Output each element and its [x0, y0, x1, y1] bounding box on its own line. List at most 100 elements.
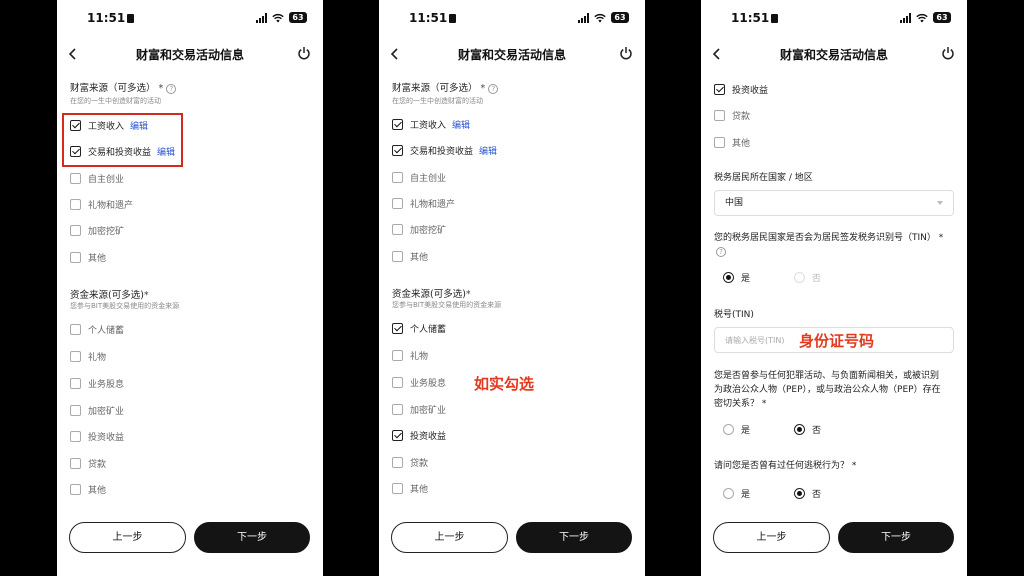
- signal-icon: [256, 12, 267, 23]
- checkbox-icon: [70, 483, 81, 495]
- checkbox-other[interactable]: 其他: [70, 250, 106, 264]
- tin-radio-yes[interactable]: 是: [723, 271, 750, 284]
- pep-radio-group: 是 否: [723, 422, 865, 436]
- pep-radio-no[interactable]: 否: [794, 423, 821, 436]
- checkbox-icon: [392, 456, 403, 468]
- checkbox-crypto-mining[interactable]: 加密挖矿: [70, 223, 124, 237]
- battery-icon: 63: [933, 12, 951, 23]
- checkbox-business-dividend[interactable]: 业务股息: [70, 376, 124, 390]
- checkbox-business-dividend[interactable]: 业务股息: [392, 375, 446, 389]
- checkbox-icon: [392, 171, 403, 183]
- battery-icon: 63: [611, 12, 629, 23]
- checkbox-investment-income[interactable]: 投资收益: [714, 82, 768, 96]
- edit-link[interactable]: 编辑: [452, 118, 470, 131]
- checkbox-gifts-inheritance[interactable]: 礼物和遗产: [70, 197, 133, 211]
- page-title: 财富和交易活动信息: [135, 48, 244, 62]
- checkbox-checked-icon: [392, 118, 403, 130]
- highlight-box: [62, 113, 183, 167]
- lock-icon: [771, 14, 779, 23]
- checkbox-icon: [392, 403, 403, 415]
- checkbox-investment-income[interactable]: 投资收益: [392, 428, 446, 442]
- checkbox-personal-savings[interactable]: 个人储蓄: [70, 322, 124, 336]
- checkbox-icon: [392, 482, 403, 494]
- radio-icon: [723, 423, 734, 435]
- annotation-check-truthfully: 如实勾选: [474, 375, 535, 393]
- prev-button[interactable]: 上一步: [69, 522, 186, 553]
- pep-radio-yes[interactable]: 是: [723, 423, 750, 436]
- next-button[interactable]: 下一步: [838, 522, 954, 553]
- checkbox-loan[interactable]: 贷款: [714, 108, 750, 122]
- tax-country-value: 中国: [725, 198, 744, 208]
- checkbox-personal-savings[interactable]: 个人储蓄: [392, 321, 446, 335]
- chevron-down-icon: [937, 201, 943, 205]
- checkbox-other-fund[interactable]: 其他: [70, 482, 106, 496]
- status-bar: 11:51 63: [701, 11, 967, 29]
- status-time: 11:51: [87, 11, 135, 25]
- checkbox-crypto-mining[interactable]: 加密挖矿: [392, 222, 446, 236]
- nav-bar: 财富和交易活动信息: [379, 44, 645, 66]
- checkbox-icon: [392, 250, 403, 262]
- radio-selected-icon: [794, 487, 806, 499]
- lock-icon: [127, 14, 135, 23]
- tax-evasion-radio-no[interactable]: 否: [794, 487, 821, 500]
- checkbox-icon: [70, 224, 81, 236]
- checkbox-checked-icon: [392, 322, 403, 334]
- next-button[interactable]: 下一步: [194, 522, 310, 553]
- power-icon[interactable]: [619, 46, 633, 60]
- checkbox-gifts-inheritance[interactable]: 礼物和遗产: [392, 196, 455, 210]
- checkbox-icon: [70, 430, 81, 442]
- checkbox-icon: [70, 404, 81, 416]
- checkbox-self-employed[interactable]: 自主创业: [392, 170, 446, 184]
- checkbox-other[interactable]: 其他: [392, 249, 428, 263]
- checkbox-other-fund[interactable]: 其他: [714, 135, 750, 149]
- help-icon[interactable]: ?: [716, 247, 726, 257]
- status-bar: 11:51 63: [57, 11, 323, 29]
- pep-question: 您是否曾参与任何犯罪活动、与负面新闻相关，或被识别 为政治公众人物（PEP），或…: [714, 371, 941, 409]
- power-icon[interactable]: [297, 46, 311, 60]
- checkbox-checked-icon: [714, 83, 725, 95]
- tax-country-select[interactable]: 中国: [714, 190, 954, 216]
- checkbox-crypto-mining-fund[interactable]: 加密矿业: [70, 403, 124, 417]
- tin-input[interactable]: [725, 329, 801, 352]
- checkbox-loan[interactable]: 贷款: [392, 455, 428, 469]
- tax-evasion-radio-group: 是 否: [723, 486, 865, 500]
- checkbox-gift[interactable]: 礼物: [70, 349, 106, 363]
- checkbox-self-employed[interactable]: 自主创业: [70, 171, 124, 185]
- checkbox-icon: [392, 349, 403, 361]
- checkbox-icon: [392, 197, 403, 209]
- checkbox-icon: [70, 198, 81, 210]
- checkbox-icon: [70, 457, 81, 469]
- status-time: 11:51: [409, 11, 457, 25]
- checkbox-icon: [70, 350, 81, 362]
- checkbox-trading-income[interactable]: 交易和投资收益 编辑: [392, 143, 497, 157]
- checkbox-crypto-mining-fund[interactable]: 加密矿业: [392, 402, 446, 416]
- edit-link[interactable]: 编辑: [479, 144, 497, 157]
- checkbox-icon: [70, 172, 81, 184]
- phone-screen-3: 11:51 63 财富和交易活动信息 投资收益 贷款 其他 税务居民所在国家 /…: [701, 0, 967, 576]
- fund-source-title: 资金来源(可多选)*: [392, 289, 471, 300]
- checkbox-salary[interactable]: 工资收入 编辑: [392, 117, 470, 131]
- wealth-source-title: 财富来源（可多选） *?: [392, 80, 499, 94]
- phone-screen-1: 11:51 63 财富和交易活动信息 财富来源（可多选） *? 在您的一生中创造…: [57, 0, 323, 576]
- help-icon[interactable]: ?: [488, 84, 499, 94]
- nav-bar: 财富和交易活动信息: [57, 44, 323, 66]
- checkbox-loan[interactable]: 贷款: [70, 456, 106, 470]
- signal-icon: [578, 12, 589, 23]
- checkbox-gift[interactable]: 礼物: [392, 348, 428, 362]
- radio-icon: [723, 487, 734, 499]
- tin-radio-no[interactable]: 否: [794, 271, 821, 284]
- checkbox-investment-income[interactable]: 投资收益: [70, 429, 124, 443]
- tax-evasion-question: 请问您是否曾有过任何逃税行为？ *: [714, 461, 857, 471]
- checkbox-other-fund[interactable]: 其他: [392, 481, 428, 495]
- next-button[interactable]: 下一步: [516, 522, 632, 553]
- fund-source-subtitle: 您参与BIT美股交易使用的资金来源: [392, 301, 502, 309]
- checkbox-icon: [70, 251, 81, 263]
- tax-evasion-radio-yes[interactable]: 是: [723, 487, 750, 500]
- prev-button[interactable]: 上一步: [713, 522, 830, 553]
- tax-country-label: 税务居民所在国家 / 地区: [714, 173, 813, 183]
- prev-button[interactable]: 上一步: [391, 522, 508, 553]
- phone-screen-2: 11:51 63 财富和交易活动信息 财富来源（可多选） *? 在您的一生中创造…: [379, 0, 645, 576]
- help-icon[interactable]: ?: [166, 84, 177, 94]
- power-icon[interactable]: [941, 46, 955, 60]
- wealth-source-subtitle: 在您的一生中创造财富的活动: [70, 97, 161, 105]
